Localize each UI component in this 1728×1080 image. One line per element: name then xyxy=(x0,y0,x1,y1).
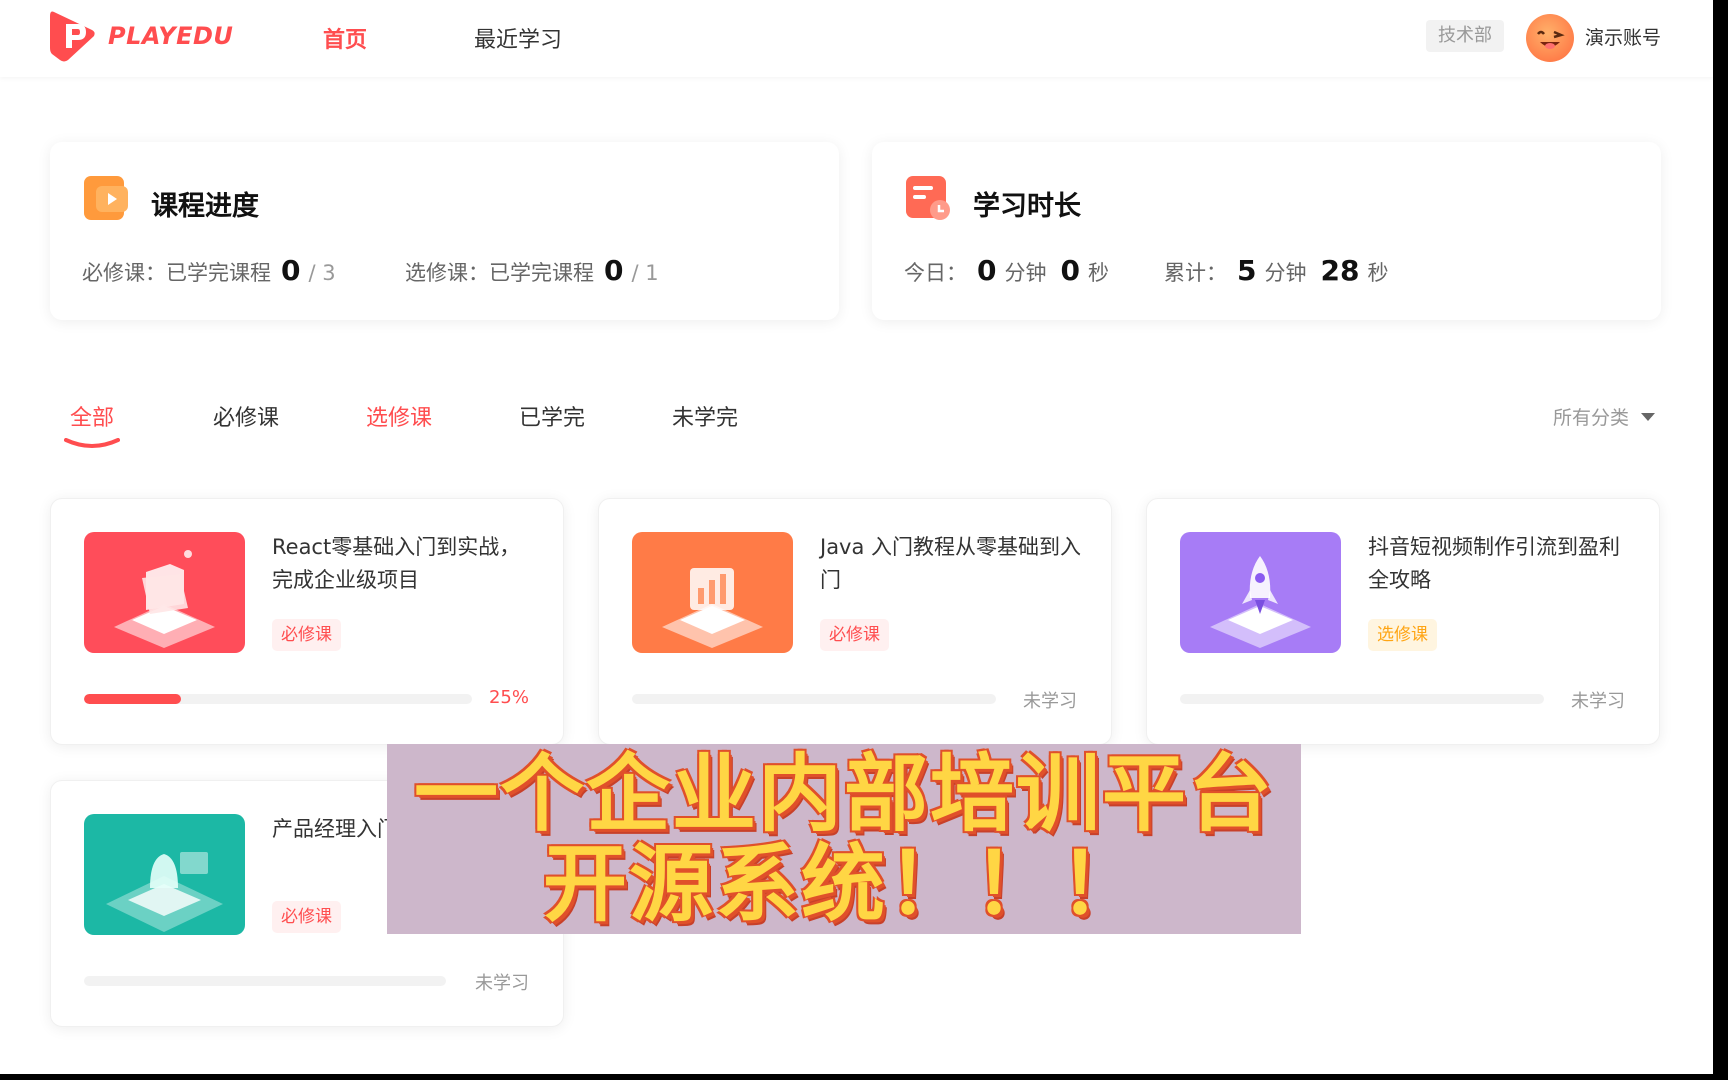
user-name[interactable]: 演示账号 xyxy=(1585,23,1661,50)
course-progress-text: 未学习 xyxy=(475,973,529,994)
course-progress-bar xyxy=(84,976,446,986)
optional-total: / 1 xyxy=(631,261,659,285)
today-label: 今日： xyxy=(904,261,967,285)
video-course-icon xyxy=(84,176,128,220)
course-progress-bar xyxy=(1180,694,1544,704)
required-label: 必修课：已学完课程 xyxy=(82,261,271,285)
logo-text: PLAYEDU xyxy=(108,22,234,50)
optional-label: 选修课：已学完课程 xyxy=(405,261,594,285)
required-total: / 3 xyxy=(308,261,336,285)
total-minutes: 5 xyxy=(1237,254,1257,287)
course-progress-bar xyxy=(84,694,472,704)
caret-down-icon xyxy=(1641,412,1656,421)
department-badge[interactable]: 技术部 xyxy=(1426,20,1504,52)
study-time-card: 学习时长 今日： 0 分钟 0 秒 累计： 5 分钟 28 秒 xyxy=(872,142,1661,320)
optional-done: 0 xyxy=(604,254,624,287)
course-card[interactable]: React零基础入门到实战，完成企业级项目 必修课 25% xyxy=(50,498,564,745)
tab-optional[interactable]: 选修课 xyxy=(366,400,432,432)
category-filter-label: 所有分类 xyxy=(1553,407,1630,429)
tab-required[interactable]: 必修课 xyxy=(213,400,279,432)
optional-progress: 选修课：已学完课程 0 / 1 xyxy=(405,254,659,287)
total-label: 累计： xyxy=(1164,261,1227,285)
tab-finished[interactable]: 已学完 xyxy=(519,400,585,432)
course-tag: 必修课 xyxy=(272,901,341,933)
today-seconds: 0 xyxy=(1060,254,1080,287)
course-title[interactable]: Java 入门教程从零基础到入门 xyxy=(820,531,1082,597)
today-minutes: 0 xyxy=(977,254,997,287)
course-title[interactable]: 抖音短视频制作引流到盈利全攻略 xyxy=(1368,531,1630,597)
top-header: PLAYEDU 首页 最近学习 技术部 演示账号 xyxy=(0,0,1713,77)
nav-home[interactable]: 首页 xyxy=(323,22,367,54)
logo[interactable]: PLAYEDU xyxy=(48,8,233,64)
study-time-icon xyxy=(906,176,950,220)
total-time: 累计： 5 分钟 28 秒 xyxy=(1164,254,1392,287)
rocket-illustration-icon xyxy=(1180,532,1341,653)
course-progress-text: 25% xyxy=(488,687,529,708)
course-progress-text: 未学习 xyxy=(1023,691,1077,712)
tab-unfinished[interactable]: 未学完 xyxy=(672,400,738,432)
folder-illustration-icon xyxy=(84,532,245,653)
promo-banner: 一个企业内部培训平台 开源系统！！！ xyxy=(387,744,1301,934)
total-sec-unit: 秒 xyxy=(1367,261,1389,285)
course-cover-image xyxy=(632,532,793,653)
monitor-illustration-icon xyxy=(84,814,245,935)
course-progress-card: 课程进度 必修课：已学完课程 0 / 3 选修课：已学完课程 0 / 1 xyxy=(50,142,839,320)
required-progress: 必修课：已学完课程 0 / 3 xyxy=(82,254,336,287)
playedu-logo-icon xyxy=(50,11,95,62)
tab-all[interactable]: 全部 xyxy=(70,400,114,432)
category-filter[interactable]: 所有分类 xyxy=(1553,403,1656,430)
course-progress-fill xyxy=(84,694,181,704)
avatar[interactable] xyxy=(1526,14,1574,62)
course-progress-bar xyxy=(632,694,996,704)
study-time-title: 学习时长 xyxy=(973,191,1081,222)
nav-recent[interactable]: 最近学习 xyxy=(474,22,562,54)
required-done: 0 xyxy=(281,254,301,287)
today-min-unit: 分钟 xyxy=(1004,261,1047,285)
banner-line-1: 一个企业内部培训平台 xyxy=(413,745,1274,843)
course-tag: 选修课 xyxy=(1368,619,1437,651)
today-sec-unit: 秒 xyxy=(1087,261,1109,285)
course-progress-text: 未学习 xyxy=(1571,691,1625,712)
course-cover-image xyxy=(1180,532,1341,653)
course-card[interactable]: Java 入门教程从零基础到入门 必修课 未学习 xyxy=(598,498,1112,745)
avatar-face-icon xyxy=(1537,30,1565,49)
course-title[interactable]: React零基础入门到实战，完成企业级项目 xyxy=(272,531,534,597)
course-card[interactable]: 抖音短视频制作引流到盈利全攻略 选修课 未学习 xyxy=(1146,498,1660,745)
total-seconds: 28 xyxy=(1320,254,1360,287)
banner-line-2: 开源系统！！！ xyxy=(542,835,1145,933)
chart-illustration-icon xyxy=(632,532,793,653)
course-tag: 必修课 xyxy=(272,619,341,651)
course-tag: 必修课 xyxy=(820,619,889,651)
course-cover-image xyxy=(84,532,245,653)
active-tab-underline xyxy=(64,438,120,448)
today-time: 今日： 0 分钟 0 秒 xyxy=(904,254,1113,287)
course-progress-title: 课程进度 xyxy=(151,191,259,222)
app-page: PLAYEDU 首页 最近学习 技术部 演示账号 课程进度 必修课：已学完课程 … xyxy=(0,0,1713,1074)
total-min-unit: 分钟 xyxy=(1264,261,1307,285)
course-cover-image xyxy=(84,814,245,935)
